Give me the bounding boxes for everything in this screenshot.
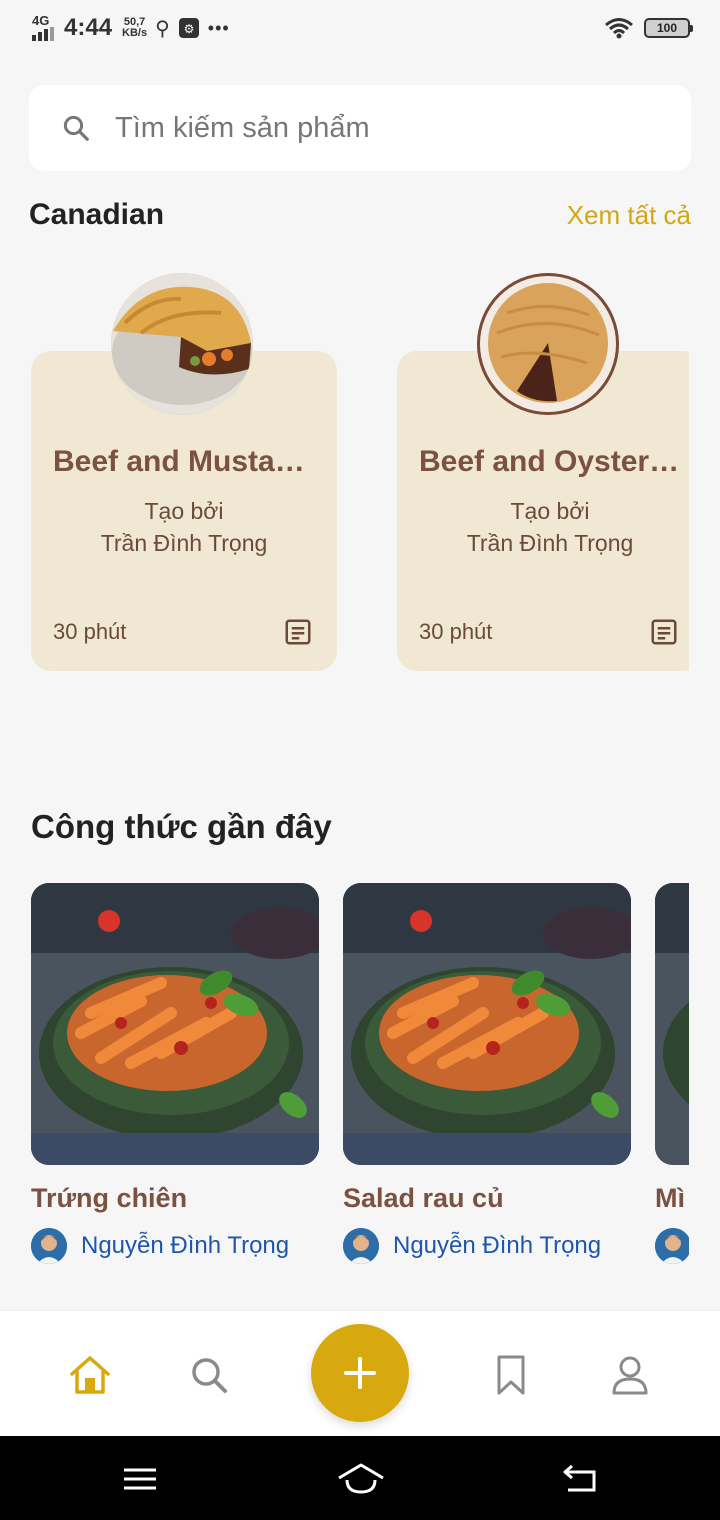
author-name: Nguyễn Đình Trọng <box>81 1232 290 1259</box>
recipe-image <box>111 273 253 415</box>
avatar <box>343 1228 379 1264</box>
recipe-image <box>343 883 631 1165</box>
recent-recipe-card[interactable]: Trứng chiên Nguyễn Đình Trọng <box>31 883 319 1264</box>
avatar <box>655 1228 689 1264</box>
recent-header: Công thức gần đây <box>31 808 693 846</box>
recent-recipe-card[interactable]: Salad rau củ Nguyễn Đình Trọng <box>343 883 631 1264</box>
bottom-navigation <box>0 1310 720 1436</box>
recent-recipe-card[interactable]: Mì <box>655 883 689 1264</box>
battery-level: 100 <box>656 21 678 35</box>
category-recipe-list[interactable]: Beef and Mustard Pie Tạo bởi Trần Đình T… <box>31 273 689 671</box>
profile-icon[interactable] <box>608 1353 652 1397</box>
recipe-name: Trứng chiên <box>31 1183 188 1213</box>
status-bar: 4G 4:44 50,7 KB/s ⚲ ⚙ ••• 100 <box>0 0 720 56</box>
recipe-author[interactable]: Nguyễn Đình Trọng <box>343 1228 631 1264</box>
recipe-author[interactable] <box>655 1228 689 1264</box>
back-icon[interactable] <box>560 1462 600 1496</box>
home-icon[interactable] <box>68 1353 112 1397</box>
category-header: Canadian Xem tất cả <box>29 198 691 232</box>
network-speed: 50,7 KB/s <box>122 16 148 39</box>
wifi-icon <box>605 18 633 39</box>
category-title: Canadian <box>29 198 165 231</box>
recent-recipe-list[interactable]: Trứng chiên Nguyễn Đình Trọng Salad rau … <box>31 883 689 1273</box>
network-type: 4G <box>32 13 50 28</box>
usb-icon: ⚲ <box>155 17 170 40</box>
search-bar[interactable] <box>29 85 691 171</box>
recipe-time: 30 phút <box>419 619 493 644</box>
add-icon <box>344 1357 376 1389</box>
avatar <box>31 1228 67 1264</box>
recipe-title: Beef and Oyster Pie <box>419 445 681 478</box>
recipe-name: Mì <box>655 1183 685 1213</box>
system-navigation-bar <box>0 1436 720 1520</box>
search-icon <box>63 115 89 141</box>
recipe-title: Beef and Mustard Pie <box>53 445 315 478</box>
recipe-creator: Tạo bởi Trần Đình Trọng <box>100 498 268 556</box>
recent-title: Công thức gần đây <box>31 808 332 845</box>
recipe-image <box>477 273 619 415</box>
document-icon[interactable] <box>649 617 679 647</box>
recipe-card[interactable]: Beef and Mustard Pie Tạo bởi Trần Đình T… <box>31 273 337 671</box>
clock: 4:44 <box>64 14 113 41</box>
recipe-card[interactable]: Beef and Oyster Pie Tạo bởi Trần Đình Tr… <box>397 273 689 671</box>
usb-debug-icon: ⚙ <box>178 18 199 38</box>
more-notifications-icon: ••• <box>207 17 230 38</box>
search-input[interactable] <box>115 111 615 145</box>
home-system-icon[interactable] <box>337 1462 385 1496</box>
menu-icon[interactable] <box>120 1462 160 1496</box>
battery-icon: 100 <box>644 18 693 38</box>
author-name: Nguyễn Đình Trọng <box>393 1232 602 1259</box>
see-all-link[interactable]: Xem tất cả <box>567 200 691 231</box>
search-icon[interactable] <box>187 1353 231 1397</box>
svg-text:⚙: ⚙ <box>183 22 194 36</box>
recipe-creator: Tạo bởi Trần Đình Trọng <box>466 498 634 556</box>
cellular-signal-icon: 4G <box>30 13 56 41</box>
recipe-image <box>31 883 319 1165</box>
recipe-time: 30 phút <box>53 619 127 644</box>
recipe-name: Salad rau củ <box>343 1183 504 1213</box>
add-recipe-button[interactable] <box>311 1324 409 1422</box>
recipe-image <box>655 883 689 1165</box>
recipe-author[interactable]: Nguyễn Đình Trọng <box>31 1228 319 1264</box>
document-icon[interactable] <box>283 617 313 647</box>
bookmark-icon[interactable] <box>489 1353 533 1397</box>
